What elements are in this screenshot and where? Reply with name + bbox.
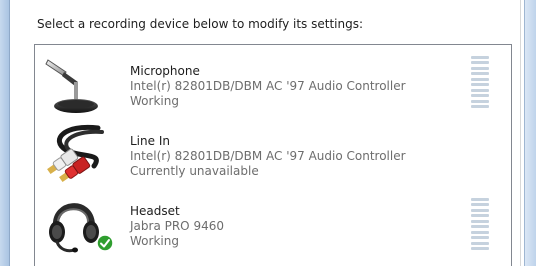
device-status: Working — [130, 94, 179, 108]
device-name: Headset — [130, 204, 180, 218]
device-driver: Intel(r) 82801DB/DBM AC '97 Audio Contro… — [130, 149, 406, 163]
device-item-headset[interactable]: Headset Jabra PRO 9460 Working — [35, 188, 511, 260]
device-status: Currently unavailable — [130, 164, 259, 178]
level-meter — [471, 198, 489, 250]
device-status: Working — [130, 234, 179, 248]
device-item-line-in[interactable]: Line In Intel(r) 82801DB/DBM AC '97 Audi… — [35, 118, 511, 190]
recording-device-list[interactable]: Microphone Intel(r) 82801DB/DBM AC '97 A… — [34, 44, 512, 266]
window-frame-left — [0, 0, 10, 266]
microphone-icon — [44, 52, 108, 116]
device-driver: Intel(r) 82801DB/DBM AC '97 Audio Contro… — [130, 79, 406, 93]
device-name: Line In — [130, 134, 170, 148]
device-name: Microphone — [130, 64, 200, 78]
instruction-text: Select a recording device below to modif… — [37, 17, 364, 31]
level-meter — [471, 56, 489, 108]
device-driver: Jabra PRO 9460 — [130, 219, 224, 233]
device-item-microphone[interactable]: Microphone Intel(r) 82801DB/DBM AC '97 A… — [35, 48, 511, 120]
checkmark-icon — [96, 234, 114, 252]
window-frame-right — [524, 0, 536, 266]
line-in-cable-icon — [44, 122, 108, 186]
